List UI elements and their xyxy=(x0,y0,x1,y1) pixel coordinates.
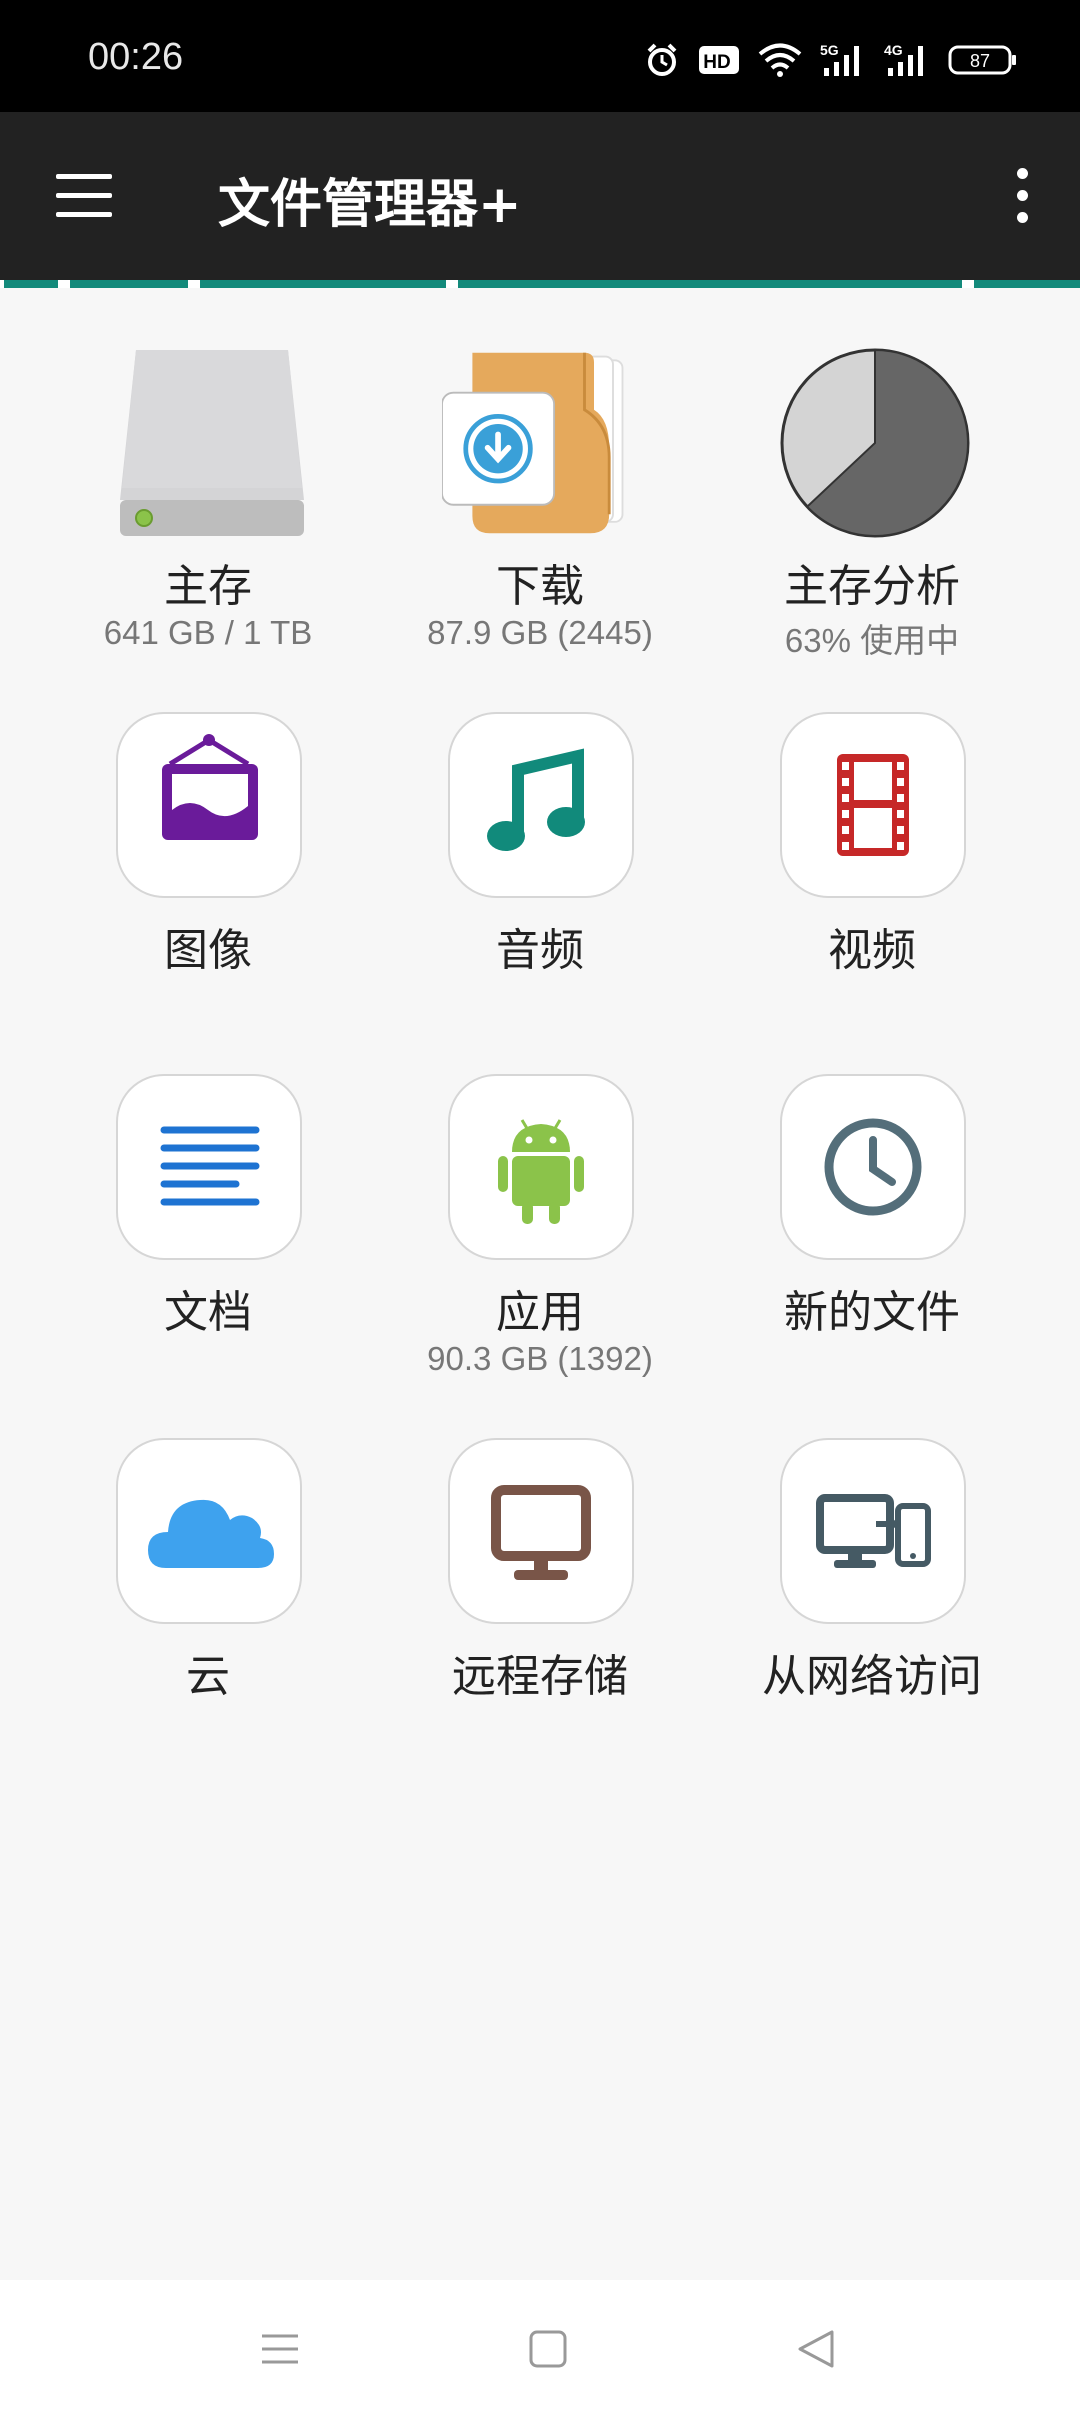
clock-icon xyxy=(824,1118,922,1216)
tile-label: 音频 xyxy=(496,925,584,976)
image-frame-icon xyxy=(162,734,258,840)
tile-label: 应用 xyxy=(496,1287,584,1338)
hard-drive-icon xyxy=(120,350,304,536)
icon-box xyxy=(780,1438,966,1624)
signal-4g-icon: 4G xyxy=(884,42,923,76)
status-icons: HD 5G 4G 87 xyxy=(644,40,1018,80)
signal-5g-icon: 5G xyxy=(820,42,859,76)
cloud-icon xyxy=(148,1499,274,1568)
storage-pie-icon xyxy=(780,348,970,538)
hd-icon: HD xyxy=(699,46,739,74)
icon-box xyxy=(448,1438,634,1624)
icon-box xyxy=(448,1074,634,1260)
document-lines-icon xyxy=(160,1126,260,1206)
film-strip-icon xyxy=(837,754,909,856)
tile-label: 云 xyxy=(186,1651,230,1702)
home-icon[interactable] xyxy=(513,2314,583,2384)
status-time: 00:26 xyxy=(88,36,184,78)
tile-subtitle: 63% 使用中 xyxy=(784,622,960,659)
tile-label: 主存分析 xyxy=(784,561,960,612)
icon-box xyxy=(780,1074,966,1260)
tile-label: 文档 xyxy=(164,1287,252,1338)
strip-segment xyxy=(974,280,1080,288)
tile-label: 下载 xyxy=(496,561,584,612)
strip-segment xyxy=(458,280,962,288)
hamburger-menu-icon[interactable] xyxy=(56,174,112,218)
app-title: 文件管理器+ xyxy=(218,175,522,235)
icon-box xyxy=(780,712,966,898)
tile-subtitle: 90.3 GB (1392) xyxy=(427,1340,653,1377)
download-folder-icon xyxy=(442,352,624,534)
devices-icon xyxy=(816,1494,931,1568)
recents-icon[interactable] xyxy=(245,2314,315,2384)
strip-segment xyxy=(70,280,188,288)
back-icon[interactable] xyxy=(780,2314,850,2384)
tile-label: 从网络访问 xyxy=(762,1651,982,1702)
battery-level: 87 xyxy=(970,51,990,71)
app-bar: 文件管理器+ xyxy=(0,112,1080,280)
tile-label: 图像 xyxy=(164,925,252,976)
tile-subtitle: 87.9 GB (2445) xyxy=(427,614,653,651)
tile-label: 远程存储 xyxy=(452,1651,628,1702)
network-5g-label: 5G xyxy=(820,42,839,58)
status-bar: 00:26 HD 5G 4G 87 xyxy=(0,0,1080,112)
strip-segment xyxy=(4,280,58,288)
icon-box xyxy=(448,712,634,898)
wifi-icon xyxy=(758,43,802,77)
tile-label: 主存 xyxy=(164,561,252,612)
storage-usage-strip xyxy=(0,280,1080,288)
monitor-icon xyxy=(491,1485,591,1580)
tile-subtitle: 641 GB / 1 TB xyxy=(103,614,313,651)
alarm-icon xyxy=(647,43,677,76)
music-note-icon xyxy=(487,748,585,851)
network-4g-label: 4G xyxy=(884,42,903,58)
more-vert-icon[interactable] xyxy=(1012,168,1032,228)
icon-box xyxy=(116,1438,302,1624)
tile-label: 新的文件 xyxy=(784,1287,960,1338)
tile-label: 视频 xyxy=(828,925,916,976)
icon-box xyxy=(116,1074,302,1260)
android-icon xyxy=(498,1119,584,1224)
strip-segment xyxy=(200,280,446,288)
icon-box xyxy=(116,712,302,898)
navigation-bar xyxy=(0,2280,1080,2414)
battery-icon: 87 xyxy=(948,45,1016,75)
hd-label: HD xyxy=(703,52,730,73)
